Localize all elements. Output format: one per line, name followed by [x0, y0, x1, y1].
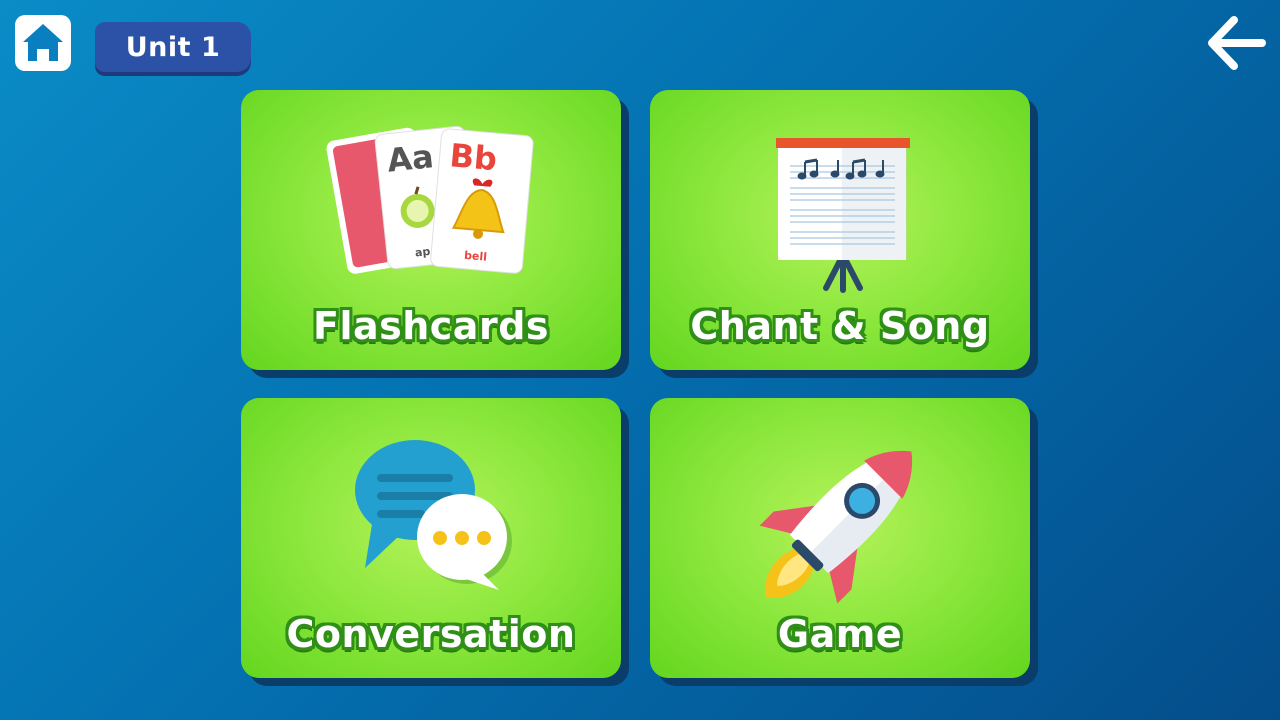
home-button[interactable] [14, 14, 72, 72]
unit-badge: Unit 1 [95, 22, 251, 72]
game-label: Game [777, 612, 903, 656]
back-button[interactable] [1206, 14, 1266, 72]
card-front-letters: Bb [448, 136, 498, 178]
card-front-word: bell [464, 249, 488, 264]
flashcards-tile[interactable]: Aa ap Bb bell Flashcards [241, 90, 621, 370]
rocket-icon [759, 450, 913, 604]
game-tile[interactable]: Game [650, 398, 1030, 678]
card-back-word: ap [414, 245, 431, 260]
music-board-icon [776, 138, 910, 293]
arrow-left-icon [1208, 16, 1266, 70]
speech-bubbles-icon [355, 440, 512, 590]
conversation-label: Conversation [286, 612, 576, 656]
flashcards-icon: Aa ap Bb bell [326, 125, 534, 274]
conversation-tile[interactable]: Conversation [241, 398, 621, 678]
flashcards-label: Flashcards [312, 304, 550, 348]
card-back-letters: Aa [385, 137, 435, 180]
chant-song-label: Chant & Song [690, 304, 990, 348]
chant-song-tile[interactable]: Chant & Song [650, 90, 1030, 370]
home-icon [15, 15, 71, 71]
